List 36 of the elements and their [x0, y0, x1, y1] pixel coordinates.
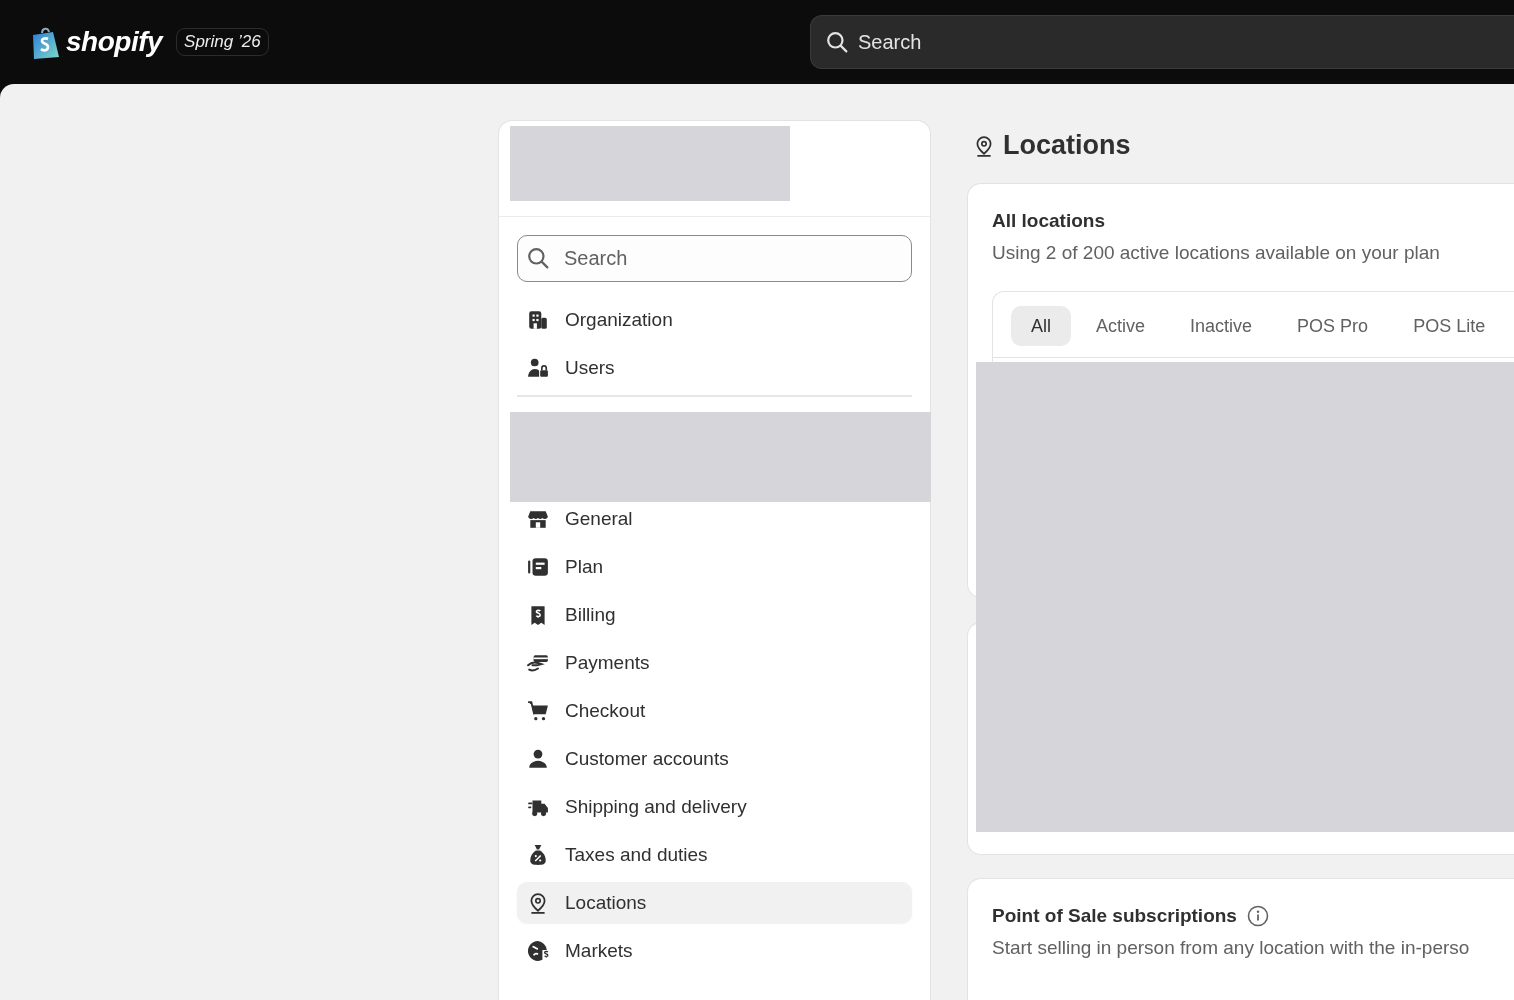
search-icon [527, 247, 549, 269]
card-title: All locations [992, 210, 1106, 232]
edition-badge: Spring ’26 [176, 28, 269, 56]
filter-tab[interactable]: All [1011, 306, 1071, 346]
nav-item[interactable]: Shipping and delivery [517, 786, 912, 827]
notebook-icon [527, 555, 549, 578]
logo-wordmark: shopify [66, 26, 163, 58]
page-title: Locations [1003, 130, 1131, 161]
cart-icon [527, 699, 549, 722]
nav-item[interactable]: General [517, 498, 912, 539]
search-field[interactable]: Search [517, 235, 912, 282]
nav-item[interactable]: Locations [517, 882, 912, 923]
user-lock-icon [527, 356, 549, 379]
card-description: Start selling in person from any location with the in-perso [992, 937, 1471, 959]
filter-tab[interactable]: Active [1076, 306, 1166, 346]
nav-item[interactable]: Plan [517, 546, 912, 587]
nav-item[interactable]: Customer accounts [517, 738, 912, 779]
nav-item[interactable]: Taxes and duties [517, 834, 912, 875]
search-icon [826, 31, 848, 53]
card-title: Point of Sale subscriptions [992, 905, 1237, 927]
money-bag-icon [527, 843, 549, 866]
search-field[interactable]: Search [810, 15, 1514, 69]
filter-tab[interactable]: POS Lite [1393, 306, 1506, 346]
info-icon [1246, 905, 1269, 927]
filter-tab[interactable]: Inactive [1170, 306, 1273, 346]
nav-item[interactable]: Markets [517, 930, 912, 971]
filter-tab[interactable]: POS Pro [1277, 306, 1389, 346]
nav-item[interactable]: Billing [517, 594, 912, 635]
nav-item[interactable]: Organization [517, 299, 912, 340]
nav-item[interactable]: Users [517, 347, 912, 388]
card-subtitle: Using 2 of 200 active locations available on your plan [992, 242, 1441, 264]
nav-item[interactable]: Payments [517, 642, 912, 683]
person-icon [527, 747, 549, 770]
nav-item[interactable]: Checkout [517, 690, 912, 731]
shopping-bag-logo-icon [30, 25, 62, 59]
building-icon [527, 308, 549, 331]
